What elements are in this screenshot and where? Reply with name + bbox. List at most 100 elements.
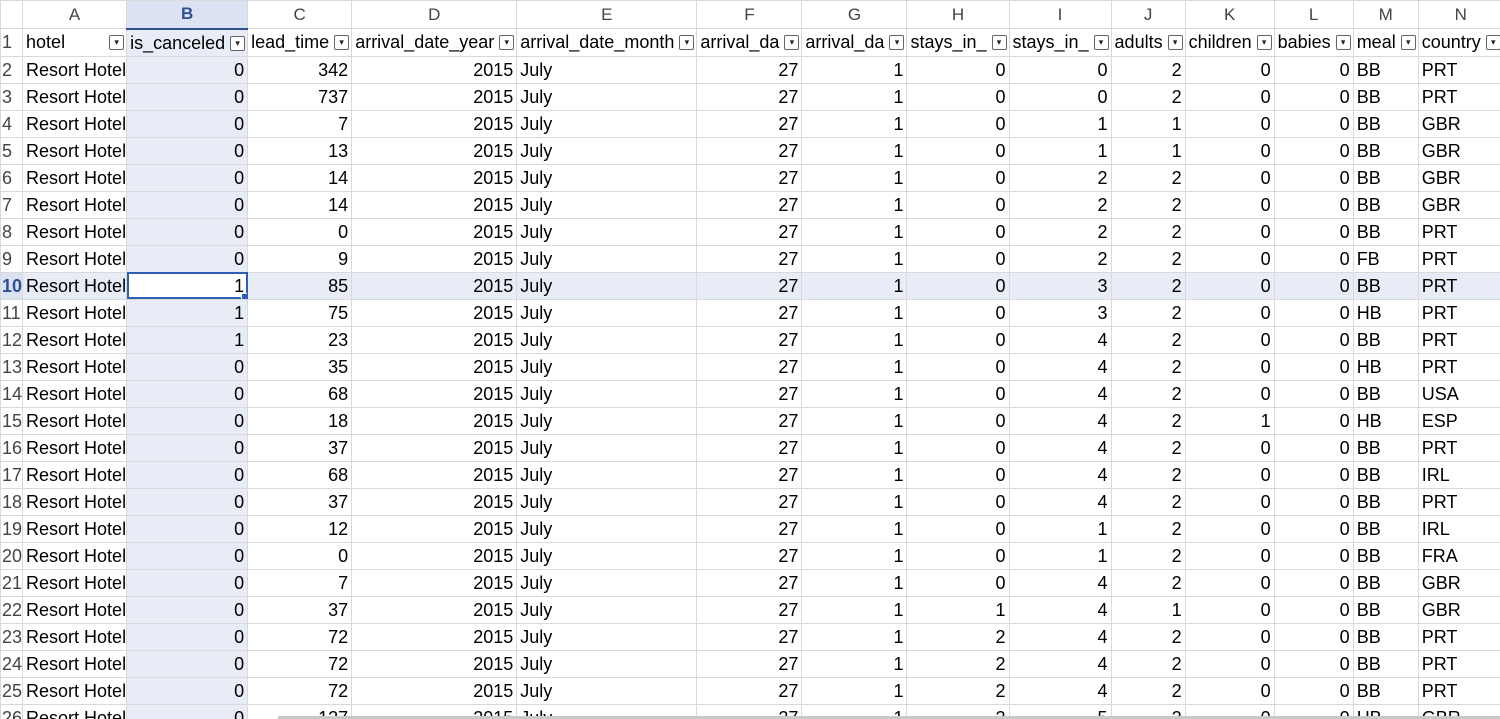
cell[interactable]: 2 xyxy=(1110,541,1186,570)
active-cell[interactable]: 1 xyxy=(126,271,249,300)
cell[interactable]: Resort Hotel xyxy=(22,271,128,300)
cell[interactable]: 1 xyxy=(1008,541,1112,570)
cell[interactable]: BB xyxy=(1352,622,1419,651)
cell[interactable]: 1 xyxy=(801,244,908,273)
cell[interactable]: 0 xyxy=(1273,460,1354,489)
cell[interactable]: 27 xyxy=(696,82,803,111)
cell[interactable]: 2 xyxy=(1008,244,1112,273)
cell[interactable]: 1 xyxy=(1008,514,1112,543)
cell[interactable]: Resort Hotel xyxy=(22,460,128,489)
cell[interactable]: 2015 xyxy=(351,298,518,327)
cell[interactable]: 1 xyxy=(801,298,908,327)
cell[interactable]: Resort Hotel xyxy=(22,487,128,516)
cell[interactable]: 2015 xyxy=(351,271,518,300)
cell[interactable]: 2 xyxy=(906,649,1010,678)
row-number[interactable]: 4 xyxy=(0,109,24,138)
cell[interactable]: 1 xyxy=(801,379,908,408)
cell[interactable]: 0 xyxy=(1273,379,1354,408)
cell[interactable]: 85 xyxy=(247,271,353,300)
cell[interactable]: 0 xyxy=(126,136,249,165)
cell[interactable]: 4 xyxy=(1008,676,1112,705)
cell[interactable]: 0 xyxy=(1184,595,1275,624)
cell[interactable]: 2015 xyxy=(351,460,518,489)
cell[interactable]: 68 xyxy=(247,379,353,408)
cell[interactable]: 2015 xyxy=(351,379,518,408)
cell[interactable]: Resort Hotel xyxy=(22,298,128,327)
cell[interactable]: July xyxy=(516,433,698,462)
cell[interactable]: 27 xyxy=(696,595,803,624)
cell[interactable]: July xyxy=(516,379,698,408)
filter-dropdown-icon[interactable]: ▾ xyxy=(784,35,800,50)
cell[interactable]: 2 xyxy=(1110,487,1186,516)
cell[interactable]: 27 xyxy=(696,568,803,597)
cell[interactable]: 1 xyxy=(801,676,908,705)
cell[interactable]: 0 xyxy=(1008,82,1112,111)
header-cell[interactable]: children ▾ xyxy=(1184,28,1275,57)
cell[interactable]: Resort Hotel xyxy=(22,136,128,165)
cell[interactable]: 2 xyxy=(1110,217,1186,246)
cell[interactable]: 1 xyxy=(906,595,1010,624)
row-number[interactable]: 26 xyxy=(0,703,24,719)
cell[interactable]: July xyxy=(516,460,698,489)
cell[interactable]: 4 xyxy=(1008,433,1112,462)
cell[interactable]: FRA xyxy=(1417,541,1500,570)
cell[interactable]: 2015 xyxy=(351,649,518,678)
cell[interactable]: PRT xyxy=(1417,622,1500,651)
cell[interactable]: 2 xyxy=(1110,271,1186,300)
cell[interactable]: 0 xyxy=(126,568,249,597)
cell[interactable]: 4 xyxy=(1008,649,1112,678)
column-header-g[interactable]: G xyxy=(801,0,908,29)
cell[interactable]: 0 xyxy=(906,217,1010,246)
row-number[interactable]: 5 xyxy=(0,136,24,165)
cell[interactable]: PRT xyxy=(1417,298,1500,327)
cell[interactable]: 0 xyxy=(126,676,249,705)
cell[interactable]: 2 xyxy=(1110,244,1186,273)
cell[interactable]: 27 xyxy=(696,163,803,192)
cell[interactable]: PRT xyxy=(1417,352,1500,381)
cell[interactable]: 0 xyxy=(906,190,1010,219)
cell[interactable]: 2015 xyxy=(351,352,518,381)
cell[interactable]: 27 xyxy=(696,379,803,408)
cell[interactable]: 0 xyxy=(1184,271,1275,300)
cell[interactable]: 14 xyxy=(247,163,353,192)
header-cell[interactable]: arrival_da ▾ xyxy=(696,28,803,57)
cell[interactable]: 0 xyxy=(906,109,1010,138)
cell[interactable]: 7 xyxy=(247,568,353,597)
cell[interactable]: July xyxy=(516,82,698,111)
cell[interactable]: July xyxy=(516,136,698,165)
header-cell[interactable]: country ▾ xyxy=(1417,28,1500,57)
filter-dropdown-icon[interactable]: ▾ xyxy=(1400,35,1416,50)
fill-handle[interactable] xyxy=(241,292,247,298)
cell[interactable]: 2 xyxy=(1008,163,1112,192)
cell[interactable]: BB xyxy=(1352,676,1419,705)
cell[interactable]: 0 xyxy=(1273,568,1354,597)
header-cell[interactable]: stays_in_ ▾ xyxy=(1008,28,1112,57)
cell[interactable]: 0 xyxy=(126,622,249,651)
cell[interactable]: 2 xyxy=(1110,352,1186,381)
cell[interactable]: Resort Hotel xyxy=(22,406,128,435)
cell[interactable]: ESP xyxy=(1417,406,1500,435)
cell[interactable]: GBR xyxy=(1417,136,1500,165)
header-cell[interactable]: hotel ▾ xyxy=(22,28,128,57)
cell[interactable]: 1 xyxy=(801,649,908,678)
cell[interactable]: 0 xyxy=(126,433,249,462)
cell[interactable]: HB xyxy=(1352,352,1419,381)
cell[interactable]: 0 xyxy=(126,352,249,381)
header-cell[interactable]: lead_time ▾ xyxy=(247,28,353,57)
cell[interactable]: BB xyxy=(1352,649,1419,678)
cell[interactable]: 27 xyxy=(696,217,803,246)
cell[interactable]: 2015 xyxy=(351,244,518,273)
cell[interactable]: BB xyxy=(1352,595,1419,624)
filter-dropdown-icon[interactable]: ▾ xyxy=(1485,35,1500,50)
cell[interactable]: July xyxy=(516,217,698,246)
spreadsheet-grid[interactable]: A B C D E F G H I J K L M N 1 hotel ▾ is_canceled ▾ lead_ti… xyxy=(0,0,1500,719)
cell[interactable]: 1 xyxy=(126,298,249,327)
row-number[interactable]: 21 xyxy=(0,568,24,597)
cell[interactable]: 0 xyxy=(1273,217,1354,246)
cell[interactable]: 2015 xyxy=(351,568,518,597)
row-number[interactable]: 11 xyxy=(0,298,24,327)
cell[interactable]: Resort Hotel xyxy=(22,595,128,624)
row-number[interactable]: 2 xyxy=(0,55,24,84)
cell[interactable]: PRT xyxy=(1417,325,1500,354)
cell[interactable]: BB xyxy=(1352,514,1419,543)
